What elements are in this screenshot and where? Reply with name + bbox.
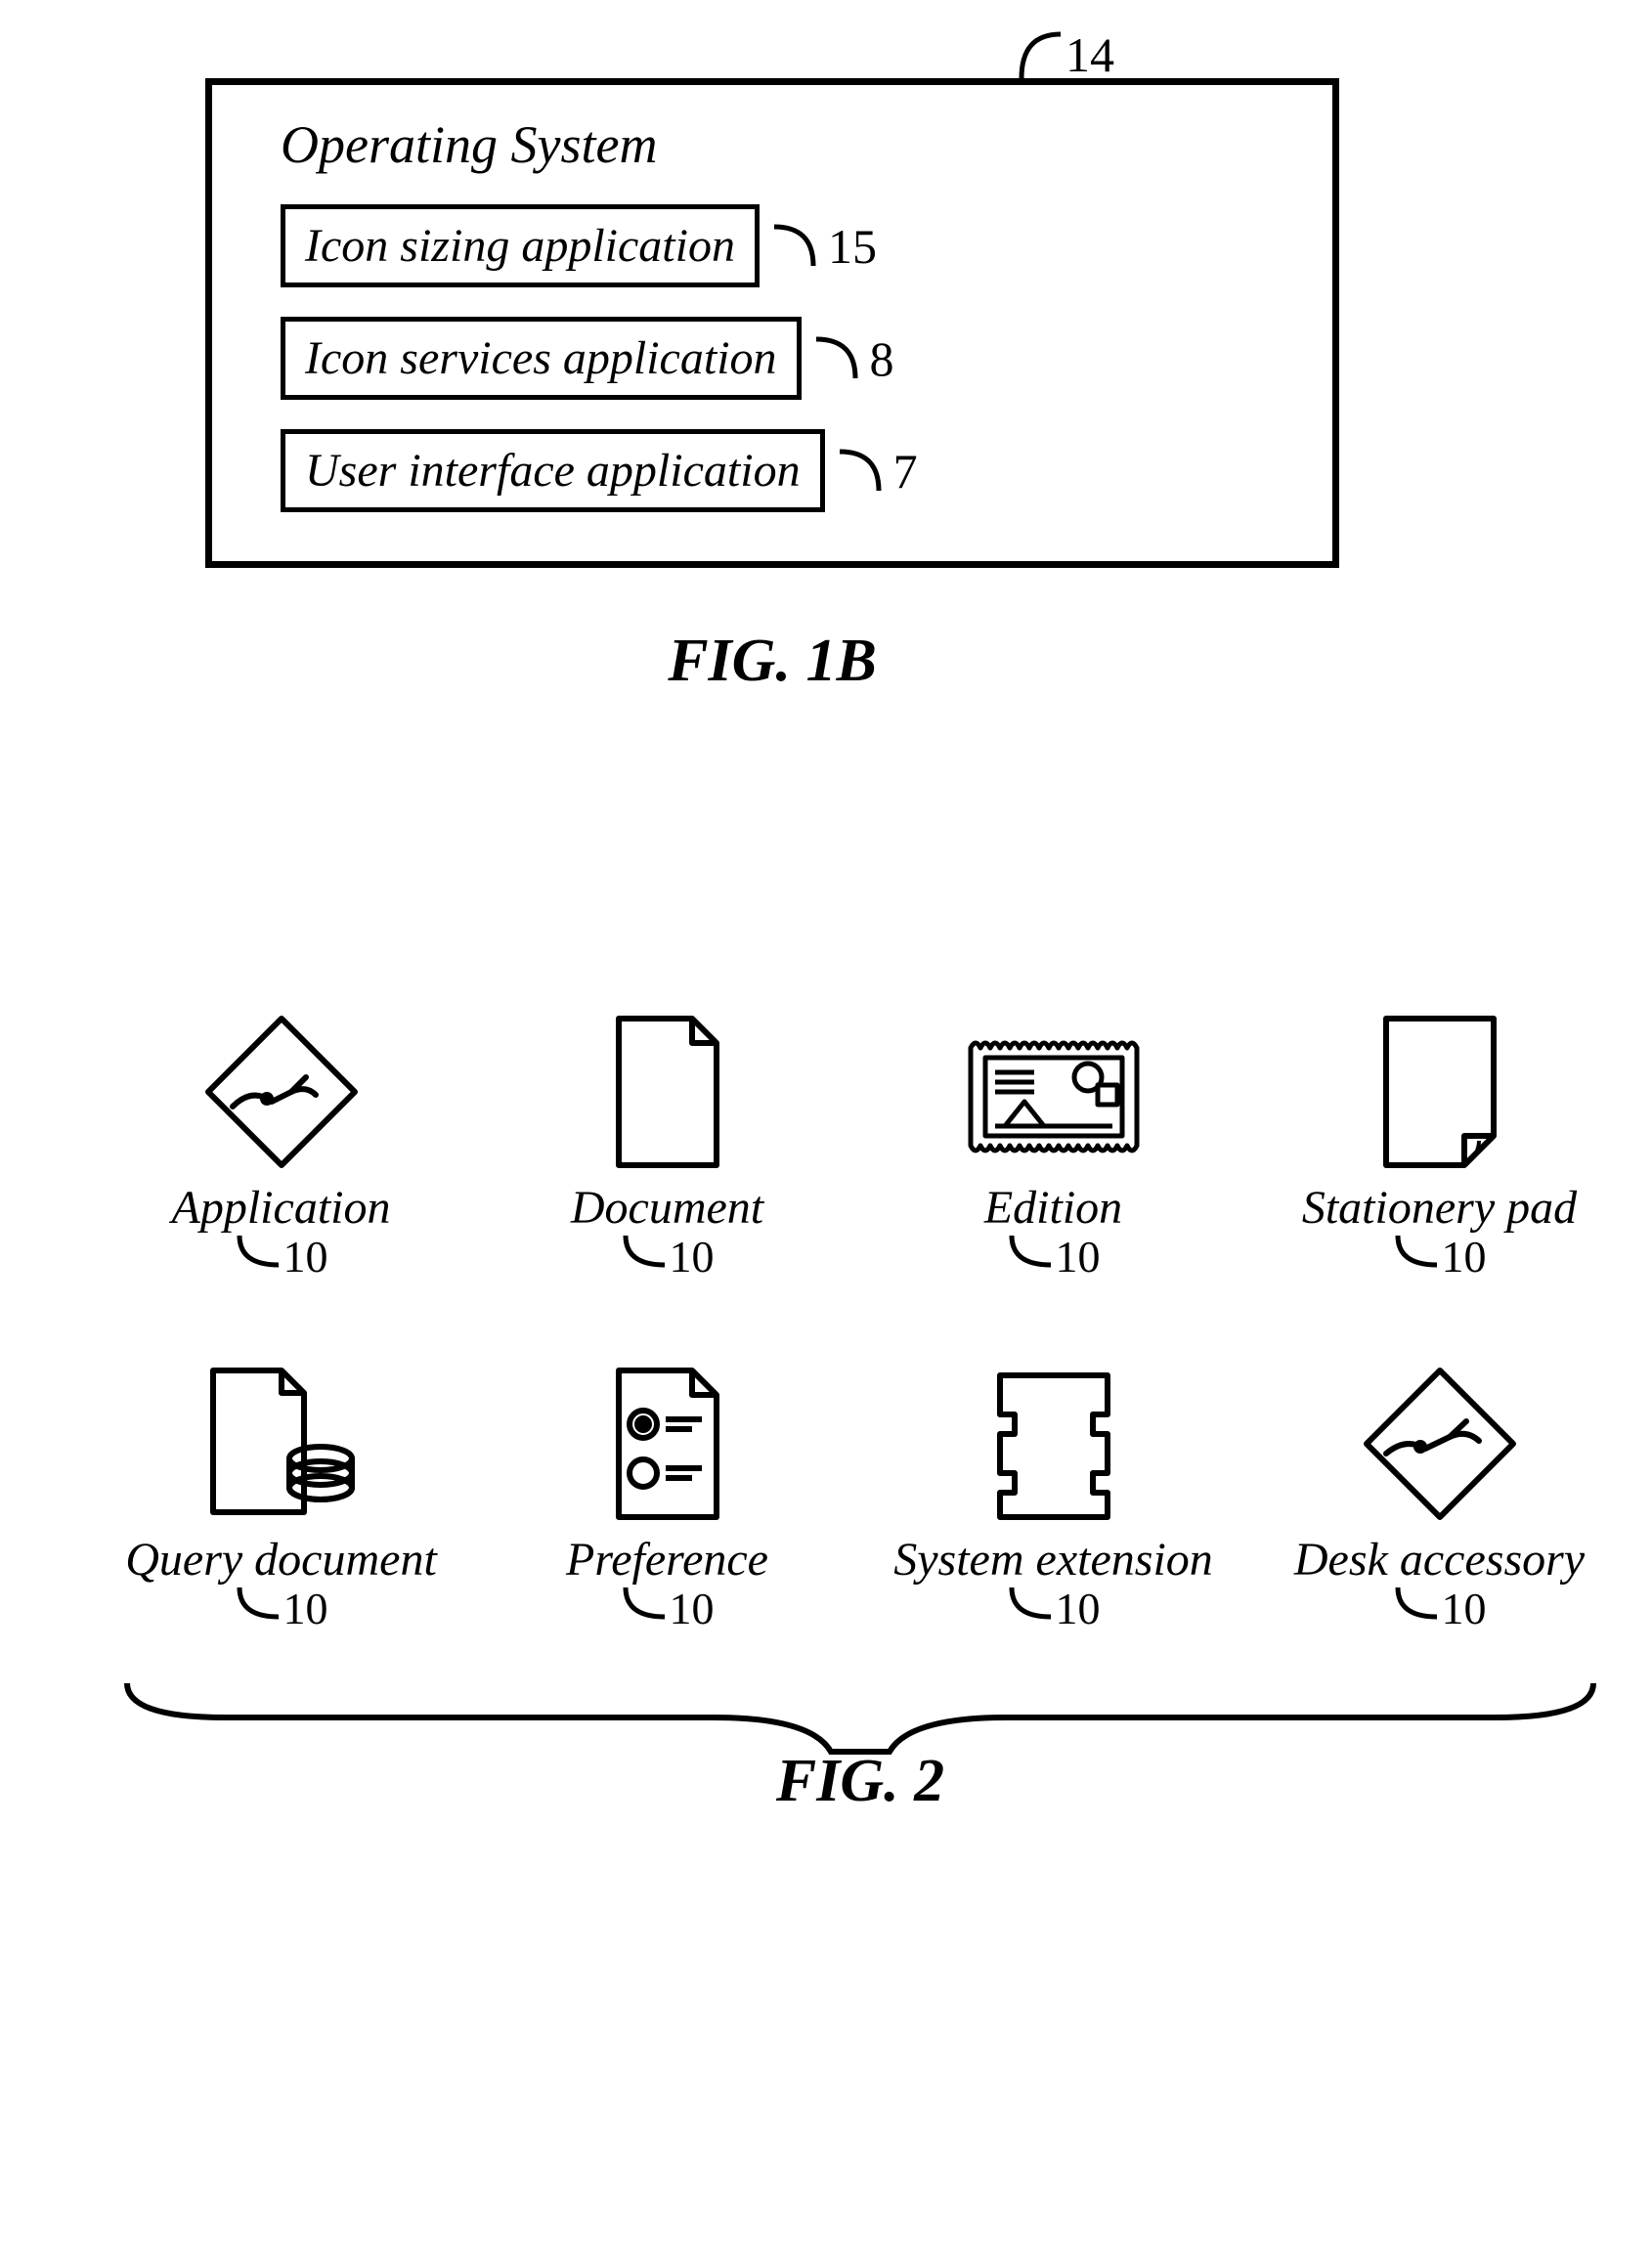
fig1b-wrapper: 14 Operating System Icon sizing applicat… — [205, 78, 1339, 568]
operating-system-box: Operating System Icon sizing application… — [205, 78, 1339, 568]
ref-number: 15 — [828, 218, 877, 275]
icon-cell-edition: Edition 10 — [880, 989, 1227, 1282]
icon-sizing-app-box: Icon sizing application — [281, 204, 760, 287]
callout-arc-icon — [1007, 1583, 1056, 1622]
callout-arc-icon — [1017, 24, 1065, 83]
icon-grid: Application 10 Document — [108, 989, 1613, 1634]
os-box-ref-number: 14 — [1065, 26, 1114, 83]
fig1b-caption: FIG. 1B — [205, 627, 1339, 696]
callout-arc-icon — [1393, 1583, 1442, 1622]
preference-icon — [599, 1361, 736, 1527]
icon-cell-desk-accessory: Desk accessory 10 — [1266, 1341, 1613, 1634]
icon-label: Query document — [108, 1535, 455, 1586]
ref-number: 10 — [283, 1583, 328, 1634]
icon-label: System extension — [880, 1535, 1227, 1586]
ref-10: 10 — [1007, 1583, 1101, 1634]
ref-number: 10 — [1056, 1231, 1101, 1282]
callout-arc-icon — [1007, 1231, 1056, 1270]
system-extension-icon — [980, 1361, 1127, 1527]
ref-10: 10 — [235, 1231, 328, 1282]
document-icon — [599, 1009, 736, 1175]
callout-arc-icon — [235, 1231, 283, 1270]
ref-number: 7 — [893, 443, 918, 500]
callout-arc-icon — [1393, 1231, 1442, 1270]
callout-arc-icon — [621, 1583, 670, 1622]
ref-10: 10 — [1393, 1231, 1487, 1282]
callout-0: 15 — [769, 218, 877, 275]
desk-accessory-icon — [1357, 1361, 1523, 1527]
icon-cell-document: Document 10 — [494, 989, 841, 1282]
fig2-wrapper: Application 10 Document — [108, 989, 1613, 1816]
icon-label: Document — [494, 1183, 841, 1235]
ref-number: 10 — [1442, 1583, 1487, 1634]
icon-label: Desk accessory — [1266, 1535, 1613, 1586]
icon-cell-system-extension: System extension 10 — [880, 1341, 1227, 1634]
ref-10: 10 — [621, 1583, 715, 1634]
ref-10: 10 — [1007, 1231, 1101, 1282]
icon-cell-stationery-pad: Stationery pad 10 — [1266, 989, 1613, 1282]
callout-arc-icon — [235, 1583, 283, 1622]
application-icon — [198, 1009, 365, 1175]
os-title: Operating System — [281, 114, 1293, 175]
icon-label: Preference — [494, 1535, 841, 1586]
app-row-0: Icon sizing application 15 — [281, 204, 1293, 287]
ref-number: 8 — [870, 330, 894, 387]
ref-number: 10 — [283, 1231, 328, 1282]
icon-cell-query-document: Query document 10 — [108, 1341, 455, 1634]
app-row-1: Icon services application 8 — [281, 317, 1293, 400]
stationery-pad-icon — [1367, 1009, 1513, 1175]
ref-number: 10 — [1442, 1231, 1487, 1282]
callout-arc-icon — [769, 222, 828, 271]
page-container: 14 Operating System Icon sizing applicat… — [39, 78, 1613, 1816]
icon-label: Stationery pad — [1266, 1183, 1613, 1235]
icon-label: Edition — [880, 1183, 1227, 1235]
callout-arc-icon — [621, 1231, 670, 1270]
app-row-2: User interface application 7 — [281, 429, 1293, 512]
callout-2: 7 — [835, 443, 918, 500]
ref-10: 10 — [1393, 1583, 1487, 1634]
ref-number: 10 — [670, 1583, 715, 1634]
icon-cell-preference: Preference 10 — [494, 1341, 841, 1634]
callout-1: 8 — [811, 330, 894, 387]
callout-arc-icon — [835, 447, 893, 496]
icon-cell-application: Application 10 — [108, 989, 455, 1282]
ref-number: 10 — [1056, 1583, 1101, 1634]
ref-number: 10 — [670, 1231, 715, 1282]
edition-icon — [961, 1028, 1147, 1175]
user-interface-app-box: User interface application — [281, 429, 825, 512]
ref-10: 10 — [235, 1583, 328, 1634]
callout-arc-icon — [811, 334, 870, 383]
icon-label: Application — [108, 1183, 455, 1235]
query-document-icon — [198, 1361, 365, 1527]
icon-services-app-box: Icon services application — [281, 317, 802, 400]
os-box-callout: 14 — [1017, 24, 1114, 83]
ref-10: 10 — [621, 1231, 715, 1282]
